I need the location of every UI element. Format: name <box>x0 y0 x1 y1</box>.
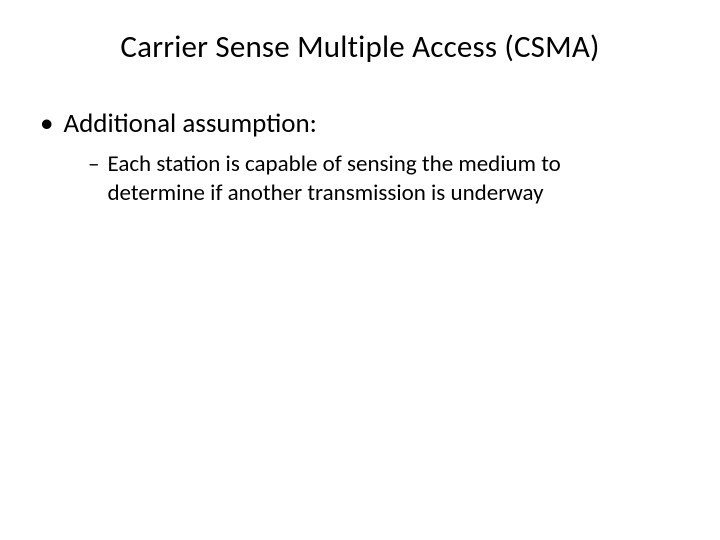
bullet-marker-1: • <box>40 108 53 140</box>
bullet-marker-2: – <box>88 150 99 179</box>
slide-title: Carrier Sense Multiple Access (CSMA) <box>0 28 720 66</box>
bullet-text-2: Each station is capable of sensing the m… <box>107 150 660 208</box>
bullet-level-1: • Additional assumption: <box>40 108 680 140</box>
bullet-level-2: – Each station is capable of sensing the… <box>40 150 680 208</box>
slide-content: • Additional assumption: – Each station … <box>0 108 720 208</box>
slide: Carrier Sense Multiple Access (CSMA) • A… <box>0 0 720 540</box>
bullet-text-1: Additional assumption: <box>63 108 316 140</box>
